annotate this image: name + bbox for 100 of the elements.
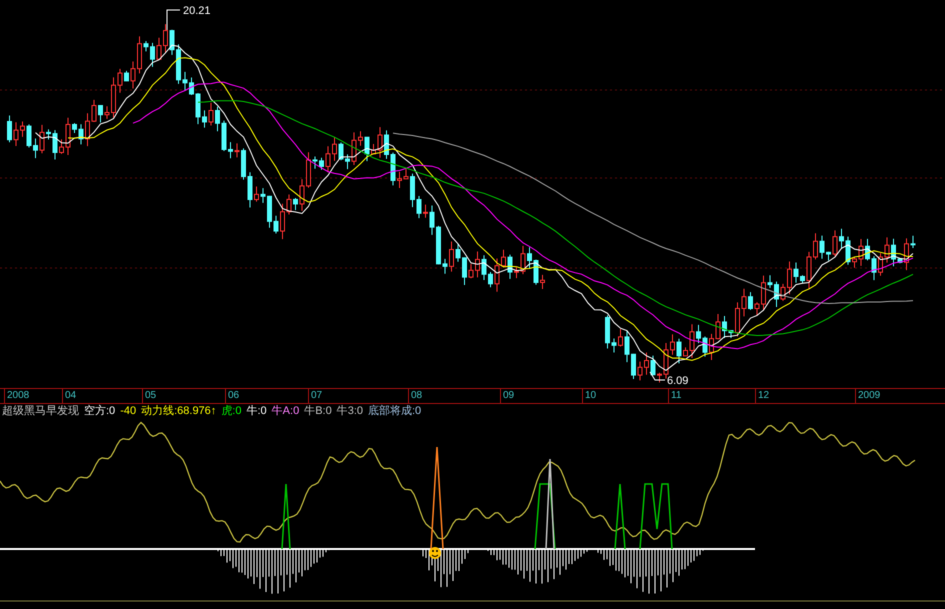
candlestick [72,122,77,134]
indicator-readout: 虎:0 [221,406,242,417]
signal-spike-line [281,483,291,550]
axis-label: 12 [755,389,770,403]
candlestick [163,24,168,54]
candlestick [312,156,318,170]
candlestick [638,361,642,381]
high-price-label: 20.21 [183,5,211,17]
candlestick [462,256,467,286]
candlestick [156,37,162,60]
axis-label: 2009 [855,389,880,403]
candlestick [800,274,805,284]
candlestick [410,173,415,208]
candlestick [761,275,766,310]
candlestick [872,256,876,281]
candlestick [371,144,376,156]
candlestick [20,121,25,138]
candlestick [735,302,740,337]
candlestick [826,251,831,262]
candlestick [118,68,122,94]
candlestick [676,338,682,364]
axis-label: 05 [142,389,156,403]
candlestick [241,148,246,180]
candlestick [319,157,324,170]
candlestick [416,196,422,219]
signal-spike-line [614,483,626,550]
candlestick [709,333,714,361]
candlestick [644,352,649,376]
candlestick [98,104,103,124]
candlestick [378,126,382,158]
candlestick [468,264,474,279]
candlestick [722,316,727,338]
candlestick [137,36,142,74]
candlestick [40,124,44,154]
candlestick [520,245,526,275]
candlestick [806,251,812,290]
axis-label: 04 [62,389,76,403]
candlestick [326,146,330,173]
indicator-readout: 牛A:0 [272,406,300,417]
candlestick [124,70,129,82]
indicator-readout: 牛:0 [246,406,267,417]
candlestick [696,324,701,344]
candlestick [85,112,90,147]
axis-label: 10 [582,389,596,403]
candlestick [514,266,519,279]
candlestick [768,274,772,288]
candlestick [267,195,272,228]
candlestick [813,232,818,260]
candlestick [852,256,857,268]
candlestick [878,252,883,276]
candlestick [293,198,298,211]
candlestick [794,262,798,284]
candlestick [92,99,96,122]
indicator-readout: 空方:0 [84,406,116,417]
axis-label: 2008 [4,389,30,403]
candlestick [280,203,285,240]
candlestick [397,171,402,188]
candlestick [208,102,214,126]
candlestick [683,346,688,356]
candlestick [488,272,493,288]
axis-label: 07 [308,389,322,403]
indicator-readout: 动力线:68.976↑ [141,406,216,417]
candlestick [274,215,278,234]
candlestick [631,353,636,380]
candlestick [345,154,350,170]
candlestick [248,172,252,208]
candlestick [910,235,916,249]
candlestick [612,338,616,353]
candlestick [702,336,708,358]
candlestick [150,42,155,68]
candlestick [508,254,512,280]
candlestick [46,128,51,140]
candlestick [442,258,448,274]
candlestick [716,313,720,340]
high-price-leader-line [166,10,180,30]
candlestick [234,142,240,158]
candlestick [690,324,694,359]
smiley-icon [429,547,441,559]
candlestick [494,258,500,292]
candlestick [189,77,194,96]
candlestick [111,76,116,118]
indicator-readout: 牛3:0 [336,406,363,417]
axis-label: 08 [408,389,422,403]
indicator-readout: 底部将成:0 [368,406,422,417]
candlestick [820,235,824,260]
candlestick [670,334,675,356]
candlestick [891,238,896,267]
candlestick [338,142,344,161]
candlestick [527,246,532,270]
candlestick [26,124,32,148]
candlestick [254,186,259,202]
signal-spike-line [639,483,673,550]
candlestick [358,130,363,146]
candlestick [78,124,84,145]
candlestick [728,330,734,339]
candlestick [650,355,656,376]
candlestick [624,330,630,363]
candlestick [839,228,844,250]
candlestick [306,152,311,188]
candlestick [475,251,480,278]
